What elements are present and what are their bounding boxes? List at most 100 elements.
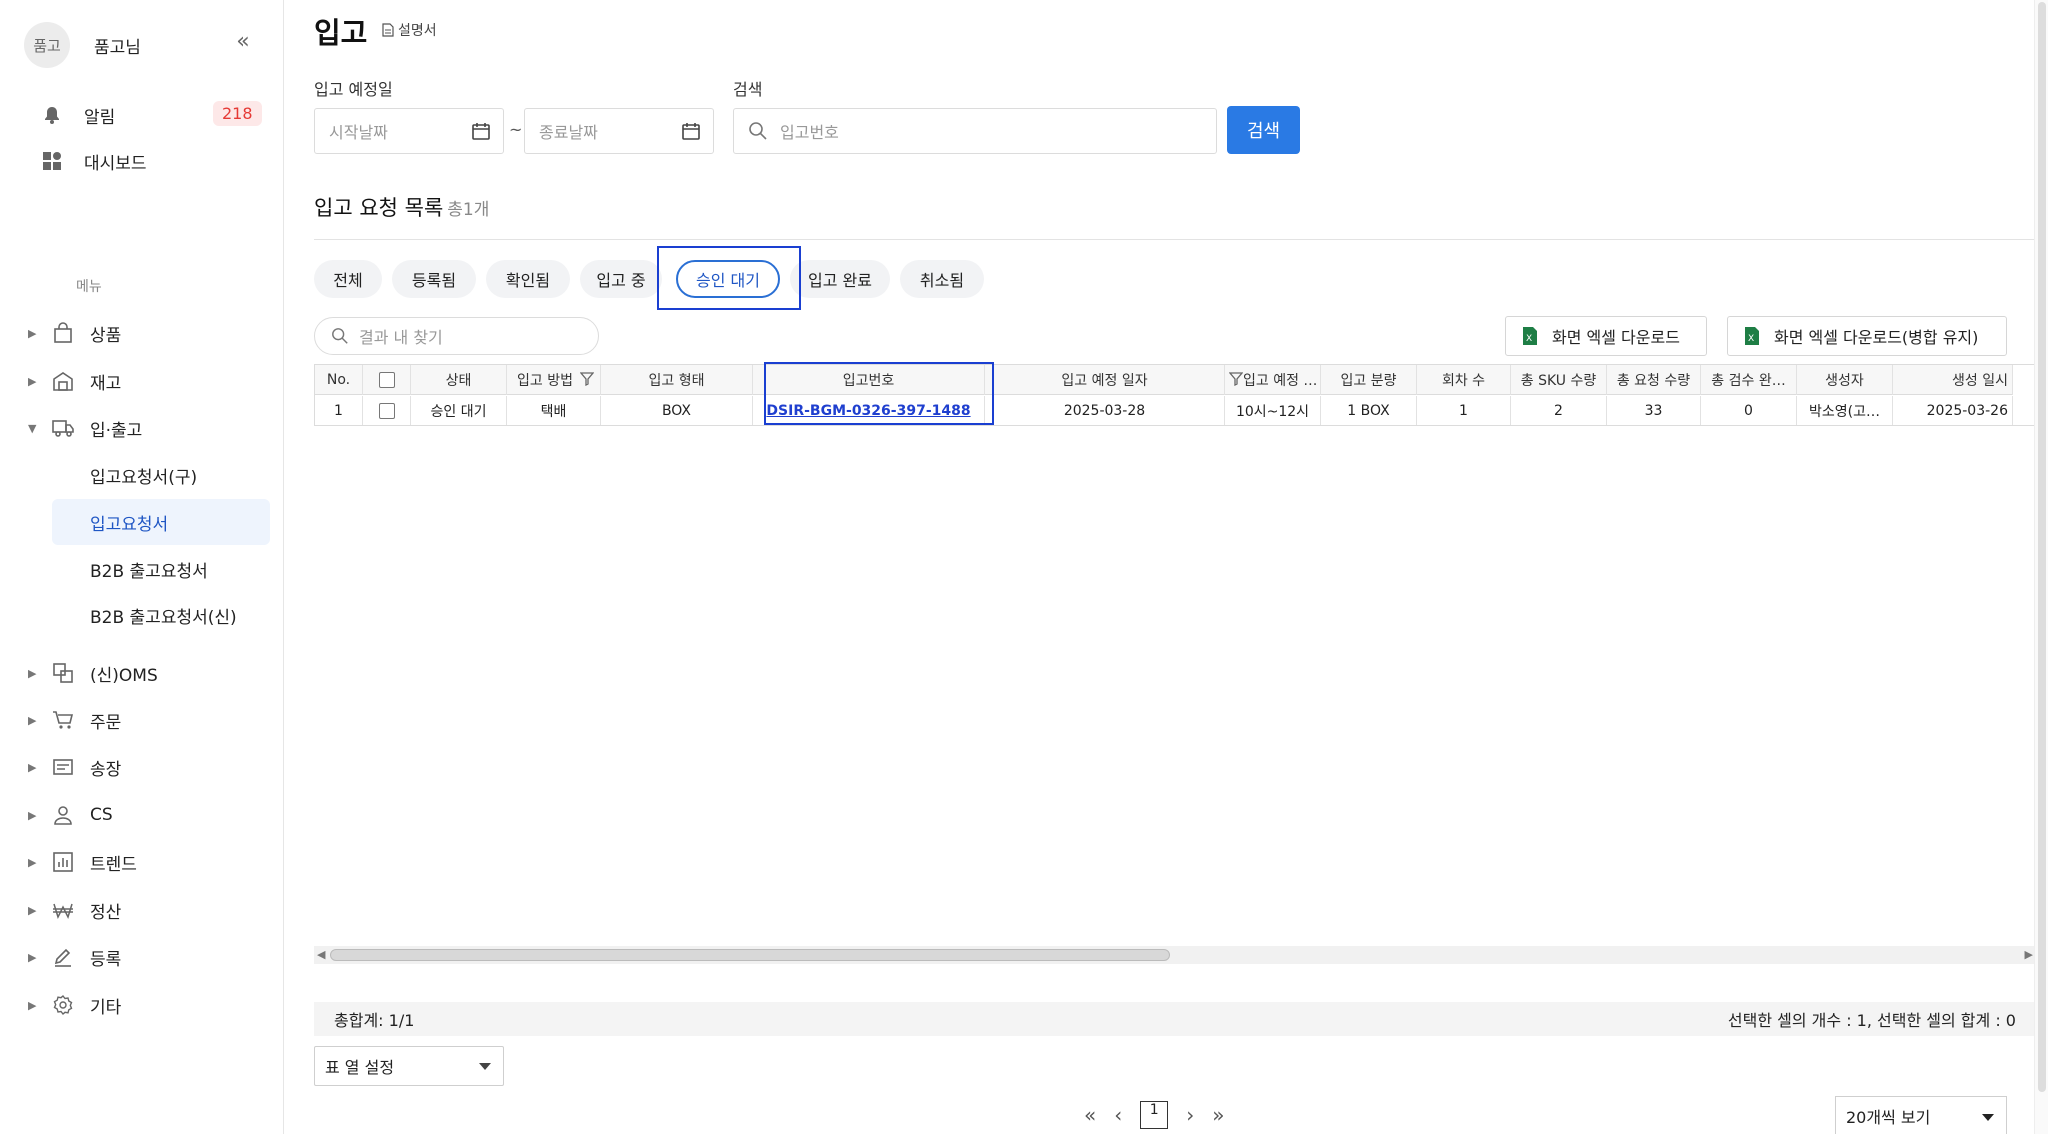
- sidebar-subitem-inbound-request[interactable]: 입고요청서: [52, 499, 270, 545]
- caret-right-icon: ▶: [28, 903, 37, 917]
- sidebar-item-invoice[interactable]: ▶ 송장: [28, 750, 121, 784]
- inbound-request-table: No. 상태 입고 방법 입고 형태 입고번호 입고 예정 일자 입고 예정 ……: [314, 364, 2036, 426]
- cell-round-count: 1: [1417, 396, 1511, 425]
- last-page-icon[interactable]: »: [1212, 1103, 1224, 1127]
- column-header-no[interactable]: No.: [315, 365, 363, 395]
- horizontal-scrollbar[interactable]: ◀ ▶: [314, 946, 2036, 964]
- column-header-select: [363, 365, 411, 395]
- scrollbar-thumb[interactable]: [330, 949, 1170, 961]
- prev-page-icon[interactable]: ‹: [1114, 1103, 1122, 1127]
- sidebar-item-trend[interactable]: ▶ 트렌드: [28, 845, 137, 879]
- sidebar-item-register[interactable]: ▶ 등록: [28, 940, 121, 974]
- row-checkbox[interactable]: [378, 403, 395, 419]
- sidebar-item-oms[interactable]: ▶ (신)OMS: [28, 656, 158, 690]
- date-range-separator: ~: [509, 120, 523, 139]
- cell-select: [363, 396, 411, 425]
- menu-section-label: 메뉴: [76, 279, 102, 295]
- column-header-inbound-quantity[interactable]: 입고 분량: [1321, 365, 1417, 395]
- sidebar-item-orders[interactable]: ▶ 주문: [28, 703, 121, 737]
- list-title: 입고 요청 목록 총1개: [314, 192, 489, 222]
- invoice-icon: [50, 756, 76, 778]
- warehouse-icon: [50, 370, 76, 392]
- tab-cancelled[interactable]: 취소됨: [900, 260, 984, 298]
- sidebar-item-products[interactable]: ▶ 상품: [28, 316, 121, 350]
- sidebar-item-inventory[interactable]: ▶ 재고: [28, 364, 121, 398]
- excel-download-merged-button[interactable]: X 화면 엑셀 다운로드(병합 유지): [1727, 316, 2007, 356]
- tab-registered[interactable]: 등록됨: [392, 260, 476, 298]
- caret-right-icon: ▶: [28, 666, 37, 680]
- search-button[interactable]: 검색: [1227, 106, 1300, 154]
- column-header-total-inspected[interactable]: 총 검수 완…: [1701, 365, 1797, 395]
- cell-total-sku: 2: [1511, 396, 1607, 425]
- column-header-scheduled-date[interactable]: 입고 예정 일자: [985, 365, 1225, 395]
- find-in-results-input[interactable]: 결과 내 찾기: [314, 317, 599, 355]
- summary-bar: 총합계: 1/1 선택한 셀의 개수 : 1, 선택한 셀의 합계 : 0: [314, 1002, 2036, 1036]
- page-title: 입고: [314, 16, 368, 50]
- user-name: 품고님: [94, 37, 141, 58]
- sidebar-item-label: 송장: [90, 759, 122, 780]
- column-header-created-at[interactable]: 생성 일시: [1893, 365, 2013, 395]
- cell-status: 승인 대기: [411, 396, 507, 425]
- manual-link[interactable]: 설명서: [382, 20, 437, 40]
- collapse-sidebar-button[interactable]: «: [232, 31, 254, 54]
- user-profile[interactable]: 품고 품고님: [24, 22, 141, 68]
- column-header-inbound-type[interactable]: 입고 형태: [601, 365, 753, 395]
- start-date-input[interactable]: 시작날짜: [314, 108, 504, 154]
- inbound-number-search-input[interactable]: 입고번호: [733, 108, 1217, 154]
- sidebar-subitem-b2b-outbound-new[interactable]: B2B 출고요청서(신): [52, 592, 270, 638]
- excel-icon: X: [1745, 327, 1759, 345]
- page-number-current[interactable]: 1: [1140, 1101, 1169, 1129]
- caret-down-icon: ▼: [28, 421, 37, 435]
- search-label: 검색: [733, 80, 763, 99]
- calendar-icon[interactable]: [681, 121, 701, 141]
- column-setting-select[interactable]: 표 열 설정: [314, 1046, 504, 1086]
- caret-right-icon: ▶: [28, 760, 37, 774]
- cell-inbound-method: 택배: [507, 396, 601, 425]
- column-header-status[interactable]: 상태: [411, 365, 507, 395]
- tab-inbound-in-progress[interactable]: 입고 중: [580, 260, 662, 298]
- first-page-icon[interactable]: «: [1084, 1103, 1096, 1127]
- select-all-checkbox[interactable]: [378, 372, 395, 388]
- scrollbar-thumb[interactable]: [2038, 2, 2046, 1092]
- end-date-input[interactable]: 종료날짜: [524, 108, 714, 154]
- sidebar-item-label: 재고: [90, 373, 122, 394]
- column-header-creator[interactable]: 생성자: [1797, 365, 1893, 395]
- document-icon: [382, 23, 394, 37]
- table-row[interactable]: 1 승인 대기 택배 BOX DSIR-BGM-0326-397-1488 20…: [315, 396, 2013, 425]
- filter-icon[interactable]: [1229, 372, 1243, 386]
- column-header-total-request[interactable]: 총 요청 수량: [1607, 365, 1701, 395]
- dropdown-arrow-icon: [479, 1063, 491, 1070]
- sidebar-item-settlement[interactable]: ▶ 정산: [28, 893, 121, 927]
- tab-confirmed[interactable]: 확인됨: [486, 260, 570, 298]
- scroll-right-arrow-icon[interactable]: ▶: [2025, 948, 2033, 961]
- tab-inbound-complete[interactable]: 입고 완료: [790, 260, 890, 298]
- search-placeholder: 입고번호: [780, 123, 839, 142]
- calendar-icon[interactable]: [471, 121, 491, 141]
- excel-download-button[interactable]: X 화면 엑셀 다운로드: [1505, 316, 1707, 356]
- filter-icon[interactable]: [580, 372, 594, 386]
- sidebar-item-dashboard[interactable]: 대시보드: [38, 144, 147, 178]
- excel-button-label: 화면 엑셀 다운로드: [1552, 328, 1680, 347]
- column-header-scheduled-time[interactable]: 입고 예정 …: [1225, 365, 1321, 395]
- sidebar-subitem-b2b-outbound[interactable]: B2B 출고요청서: [52, 546, 270, 592]
- cell-total-request: 33: [1607, 396, 1701, 425]
- sidebar-item-etc[interactable]: ▶ 기타: [28, 988, 121, 1022]
- column-header-total-sku[interactable]: 총 SKU 수량: [1511, 365, 1607, 395]
- column-header-inbound-method[interactable]: 입고 방법: [507, 365, 601, 395]
- vertical-scrollbar[interactable]: [2034, 0, 2048, 1134]
- sidebar-item-cs[interactable]: ▶ CS: [28, 798, 113, 832]
- tab-all[interactable]: 전체: [314, 260, 382, 298]
- sidebar-item-notifications[interactable]: 알림: [38, 98, 115, 132]
- inbound-number-column-highlight: [764, 362, 994, 425]
- sidebar: 품고 품고님 « 알림 218 대시보드 메뉴 ▶ 상품 ▶ 재고 ▼ 입·출고…: [0, 0, 284, 1134]
- selection-info: 선택한 셀의 개수 : 1, 선택한 셀의 합계 : 0: [1727, 1011, 2016, 1030]
- next-page-icon[interactable]: ›: [1186, 1103, 1194, 1127]
- scroll-left-arrow-icon[interactable]: ◀: [317, 948, 325, 961]
- cell-inbound-type: BOX: [601, 396, 753, 425]
- page-size-select[interactable]: 20개씩 보기: [1835, 1096, 2007, 1134]
- sidebar-item-label: 상품: [90, 325, 122, 346]
- sidebar-subitem-inbound-request-old[interactable]: 입고요청서(구): [52, 452, 270, 498]
- column-header-round-count[interactable]: 회차 수: [1417, 365, 1511, 395]
- column-header-label: 입고 방법: [517, 373, 573, 389]
- sidebar-item-inbound-outbound[interactable]: ▼ 입·출고: [28, 411, 142, 445]
